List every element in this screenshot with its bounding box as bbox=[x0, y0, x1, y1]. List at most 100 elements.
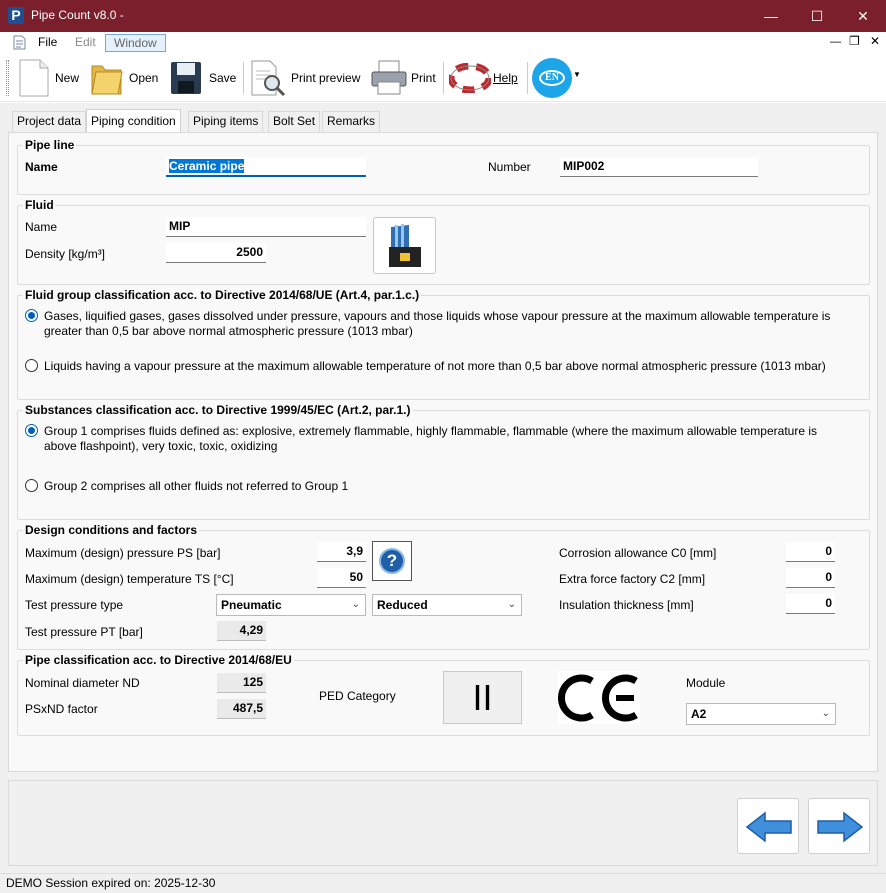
language-badge: EN bbox=[539, 70, 565, 86]
help-label: Help bbox=[493, 71, 518, 85]
pressure-input[interactable]: 3,9 bbox=[317, 542, 366, 562]
help-button[interactable]: Help bbox=[448, 54, 524, 102]
substances-group-1-text: Group 1 comprises fluids defined as: exp… bbox=[44, 424, 864, 454]
insulation-label: Insulation thickness [mm] bbox=[559, 598, 694, 612]
language-button[interactable]: EN bbox=[532, 58, 572, 98]
substances-group-1-radio[interactable] bbox=[25, 424, 38, 437]
next-button[interactable] bbox=[808, 798, 870, 854]
close-button[interactable]: ✕ bbox=[840, 0, 886, 32]
pipe-classification-title: Pipe classification acc. to Directive 20… bbox=[23, 653, 294, 667]
tab-project-data[interactable]: Project data bbox=[12, 111, 87, 132]
arrow-left-icon bbox=[745, 811, 792, 843]
ce-mark-icon bbox=[558, 674, 638, 722]
status-bar: DEMO Session expired on: 2025-12-30 bbox=[0, 873, 886, 893]
tab-piping-condition[interactable]: Piping condition bbox=[86, 109, 181, 133]
toolbar: New Open Save Print preview Print Help E… bbox=[0, 54, 886, 102]
question-icon: ? bbox=[379, 548, 405, 574]
window-title: Pipe Count v8.0 - bbox=[31, 8, 124, 22]
save-disk-icon bbox=[171, 62, 201, 94]
new-button[interactable]: New bbox=[14, 54, 84, 102]
tab-remarks[interactable]: Remarks bbox=[322, 111, 381, 132]
density-label: Density [kg/m³] bbox=[25, 247, 106, 261]
printer-icon bbox=[371, 60, 407, 95]
insulation-input[interactable]: 0 bbox=[786, 594, 835, 614]
save-label: Save bbox=[209, 71, 237, 85]
print-label: Print bbox=[411, 71, 436, 85]
test-type-label: Test pressure type bbox=[25, 598, 124, 612]
new-label: New bbox=[55, 71, 80, 85]
print-preview-label: Print preview bbox=[291, 71, 361, 85]
language-dropdown-icon[interactable]: ▼ bbox=[573, 70, 581, 79]
ped-category-value: II bbox=[443, 671, 522, 724]
mdi-close-button[interactable]: ✕ bbox=[870, 34, 880, 48]
menu-edit[interactable]: Edit bbox=[75, 35, 96, 49]
extra-force-input[interactable]: 0 bbox=[786, 568, 835, 588]
new-file-icon bbox=[19, 59, 49, 97]
tab-bolt-set[interactable]: Bolt Set bbox=[268, 111, 321, 132]
nd-value: 125 bbox=[217, 673, 266, 693]
fluid-title: Fluid bbox=[23, 198, 56, 212]
substances-group-1-line2: above flashpoint), very toxic, toxic, ox… bbox=[44, 439, 278, 453]
fluid-group-2-text: Liquids having a vapour pressure at the … bbox=[44, 359, 826, 373]
psxnd-label: PSxND factor bbox=[25, 702, 98, 716]
print-preview-icon bbox=[251, 60, 286, 97]
substances-group-2-text: Group 2 comprises all other fluids not r… bbox=[44, 479, 349, 493]
pipe-number-input[interactable]: MIP002 bbox=[560, 157, 758, 177]
print-button[interactable]: Print bbox=[370, 54, 440, 102]
temperature-input[interactable]: 50 bbox=[317, 568, 366, 588]
fluid-group bbox=[17, 205, 870, 285]
test-type-select[interactable]: Pneumatic ⌄ bbox=[216, 594, 366, 616]
fluid-library-button[interactable] bbox=[373, 217, 436, 274]
ped-category-label: PED Category bbox=[319, 689, 396, 703]
open-button[interactable]: Open bbox=[88, 54, 162, 102]
open-folder-icon bbox=[91, 65, 123, 95]
tab-piping-items[interactable]: Piping items bbox=[188, 111, 264, 132]
menu-bar: File Edit Window — ❐ ✕ bbox=[0, 32, 886, 54]
chevron-down-icon: ⌄ bbox=[821, 708, 830, 719]
pipe-number-label: Number bbox=[488, 160, 531, 174]
fluid-name-input[interactable]: MIP bbox=[166, 217, 366, 237]
fluid-group-2-radio[interactable] bbox=[25, 359, 38, 372]
mdi-minimize-button[interactable]: — bbox=[830, 36, 841, 48]
maximize-button[interactable]: ☐ bbox=[794, 0, 840, 32]
mdi-restore-button[interactable]: ❐ bbox=[849, 34, 860, 48]
previous-button[interactable] bbox=[737, 798, 799, 854]
fluid-group-1-radio[interactable] bbox=[25, 309, 38, 322]
minimize-button[interactable]: — bbox=[748, 0, 794, 32]
corrosion-label: Corrosion allowance C0 [mm] bbox=[559, 546, 717, 560]
module-value: A2 bbox=[691, 707, 707, 721]
save-button[interactable]: Save bbox=[168, 54, 240, 102]
test-mode-select[interactable]: Reduced ⌄ bbox=[372, 594, 522, 616]
pressure-label: Maximum (design) pressure PS [bar] bbox=[25, 546, 221, 560]
arrow-right-icon bbox=[817, 811, 864, 843]
fluid-classification-title: Fluid group classification acc. to Direc… bbox=[23, 288, 422, 302]
design-help-button[interactable]: ? bbox=[372, 541, 412, 581]
nd-label: Nominal diameter ND bbox=[25, 676, 140, 690]
binder-icon bbox=[389, 224, 421, 267]
open-label: Open bbox=[129, 71, 159, 85]
temperature-label: Maximum (design) temperature TS [°C] bbox=[25, 572, 234, 586]
substances-group-2-radio[interactable] bbox=[25, 479, 38, 492]
pipe-name-input[interactable]: Ceramic pipe bbox=[166, 157, 366, 177]
pipe-name-selection: Ceramic pipe bbox=[169, 159, 245, 173]
ce-mark-box: CE bbox=[558, 671, 640, 724]
menu-file[interactable]: File bbox=[38, 35, 57, 49]
substances-group-1-line1: Group 1 comprises fluids defined as: exp… bbox=[44, 424, 817, 438]
fluid-name-label: Name bbox=[25, 220, 58, 234]
design-conditions-title: Design conditions and factors bbox=[23, 523, 200, 537]
module-label: Module bbox=[686, 676, 726, 690]
document-icon bbox=[13, 35, 26, 50]
menu-window[interactable]: Window bbox=[105, 34, 166, 52]
pipe-name-label: Name bbox=[25, 160, 58, 174]
title-bar: P Pipe Count v8.0 - — ☐ ✕ bbox=[0, 0, 886, 32]
density-input[interactable]: 2500 bbox=[166, 243, 266, 263]
fluid-group-1-text: Gases, liquified gases, gases dissolved … bbox=[44, 309, 864, 339]
extra-force-label: Extra force factory C2 [mm] bbox=[559, 572, 706, 586]
fluid-group-1-line1: Gases, liquified gases, gases dissolved … bbox=[44, 309, 831, 323]
corrosion-input[interactable]: 0 bbox=[786, 542, 835, 562]
pipe-line-title: Pipe line bbox=[23, 138, 77, 152]
module-select[interactable]: A2 ⌄ bbox=[686, 703, 836, 725]
substances-title: Substances classification acc. to Direct… bbox=[23, 403, 413, 417]
psxnd-value: 487,5 bbox=[217, 699, 266, 719]
print-preview-button[interactable]: Print preview bbox=[248, 54, 366, 102]
